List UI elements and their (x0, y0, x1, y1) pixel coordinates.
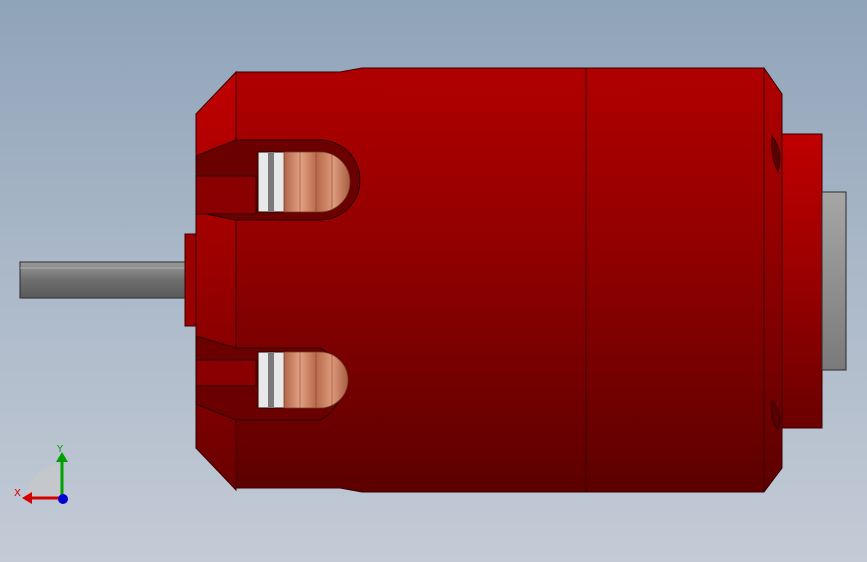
motor-rear-housing[interactable] (585, 67, 783, 493)
y-axis-label: Y (56, 444, 64, 455)
front-end-cap[interactable] (195, 70, 237, 492)
x-axis-label: X (14, 488, 21, 499)
z-axis-dot (58, 494, 68, 504)
graphics-viewport[interactable]: Y X (0, 0, 867, 562)
rear-flange[interactable] (781, 133, 823, 429)
rear-terminal-block[interactable] (821, 191, 847, 371)
motor-model[interactable] (0, 0, 867, 562)
motor-housing[interactable] (235, 67, 587, 493)
motor-shaft[interactable] (19, 261, 189, 299)
orientation-triad[interactable]: Y X (12, 440, 82, 510)
upper-vent-slot (195, 139, 361, 221)
